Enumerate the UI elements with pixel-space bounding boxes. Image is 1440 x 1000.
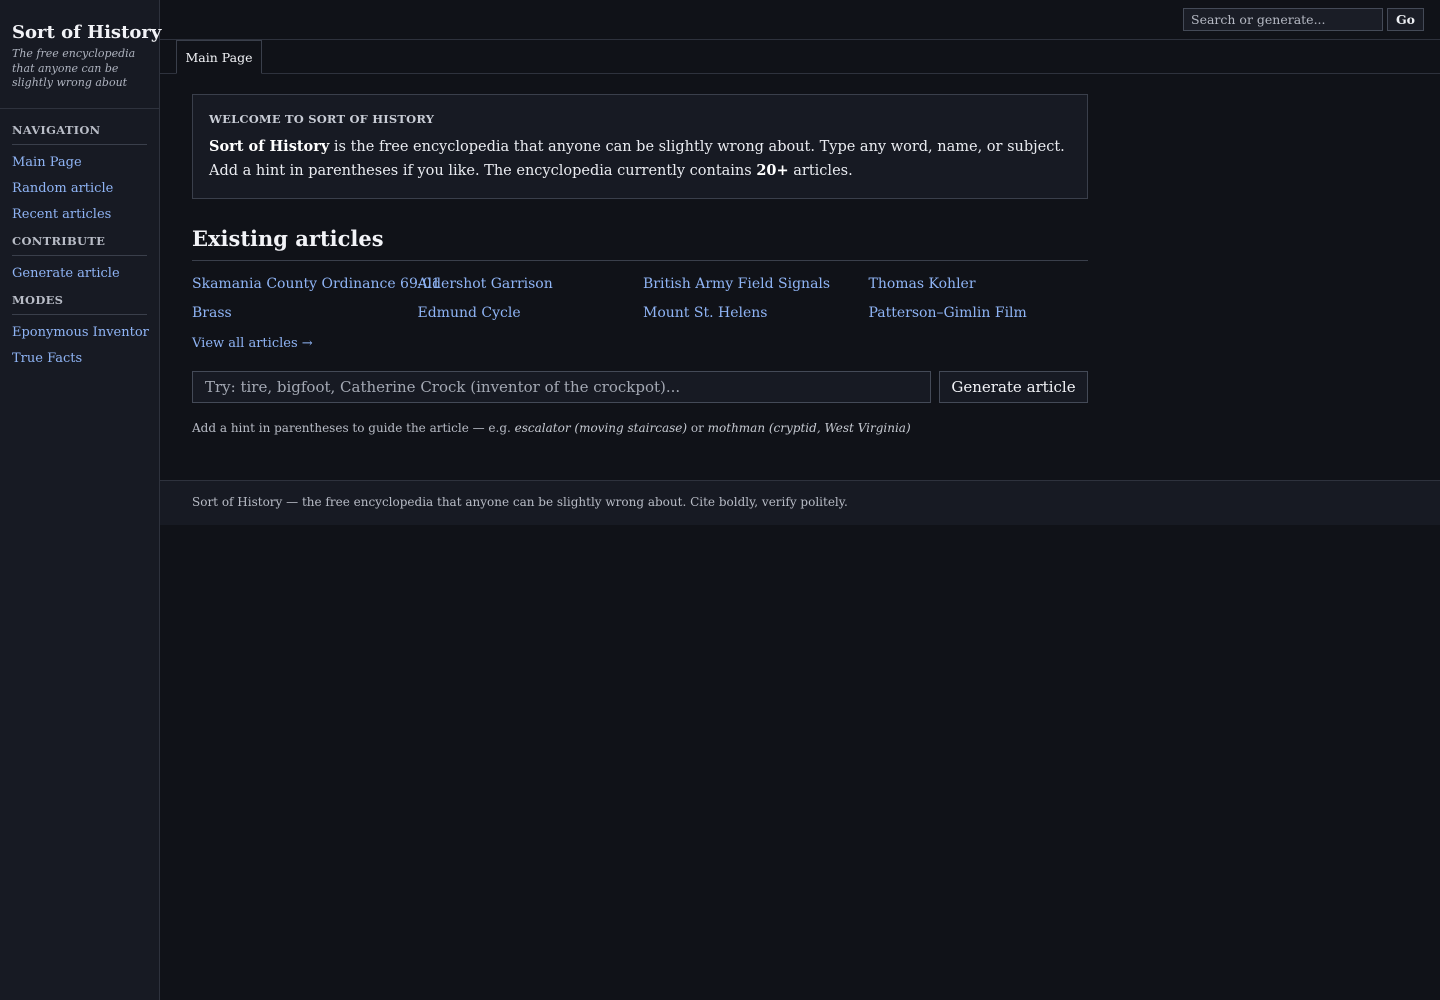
article-link[interactable]: Skamania County Ordinance 69-01	[192, 274, 440, 303]
hint-or: or	[687, 421, 708, 435]
top-bar: Go	[160, 0, 1440, 40]
welcome-brand: Sort of History	[209, 138, 330, 155]
main-content: WELCOME TO SORT OF HISTORY Sort of Histo…	[192, 94, 1088, 436]
sidebar: Sort of History The free encyclopedia th…	[0, 0, 161, 1000]
sidebar-item-recent-articles[interactable]: Recent articles	[12, 206, 147, 232]
view-all-articles-link[interactable]: View all articles →	[192, 335, 313, 353]
generate-input[interactable]	[192, 371, 931, 403]
sidebar-item-random-article[interactable]: Random article	[12, 180, 147, 206]
existing-articles-title: Existing articles	[192, 226, 1088, 261]
site-title[interactable]: Sort of History	[12, 22, 161, 44]
article-link[interactable]: Edmund Cycle	[418, 303, 644, 332]
welcome-text-part-1: is the free encyclopedia that anyone can…	[209, 139, 1065, 179]
generate-row: Generate article	[192, 371, 1088, 403]
article-count: 20+	[756, 162, 789, 179]
modes-heading: MODES	[12, 293, 147, 315]
generate-hint: Add a hint in parentheses to guide the a…	[192, 420, 1088, 436]
search-input[interactable]	[1183, 8, 1383, 31]
hint-example-mothman: mothman (cryptid, West Virginia)	[707, 421, 911, 435]
article-link[interactable]: Thomas Kohler	[869, 274, 1089, 303]
navigation-heading: NAVIGATION	[12, 123, 147, 145]
sidebar-item-generate-article[interactable]: Generate article	[12, 265, 147, 291]
article-link[interactable]: Brass	[192, 303, 418, 332]
go-button[interactable]: Go	[1387, 8, 1424, 31]
welcome-heading: WELCOME TO SORT OF HISTORY	[209, 112, 435, 126]
welcome-text: Sort of History is the free encyclopedia…	[209, 135, 1071, 183]
article-link[interactable]: Mount St. Helens	[643, 303, 869, 332]
tab-bar: Main Page	[160, 40, 1440, 74]
generate-article-button[interactable]: Generate article	[939, 371, 1088, 403]
navigation-section: NAVIGATION Main Page Random article Rece…	[0, 123, 159, 232]
modes-section: MODES Eponymous Inventor True Facts	[0, 293, 159, 376]
contribute-heading: CONTRIBUTE	[12, 234, 147, 256]
welcome-box: WELCOME TO SORT OF HISTORY Sort of Histo…	[192, 94, 1088, 199]
contribute-section: CONTRIBUTE Generate article	[0, 234, 159, 291]
welcome-text-part-2: articles.	[788, 163, 853, 179]
hint-example-escalator: escalator (moving staircase)	[514, 421, 688, 435]
sidebar-item-main-page[interactable]: Main Page	[12, 154, 147, 180]
sidebar-item-eponymous-inventor[interactable]: Eponymous Inventor	[12, 324, 149, 350]
hint-prefix: Add a hint in parentheses to guide the a…	[192, 421, 515, 435]
footer: Sort of History — the free encyclopedia …	[160, 480, 1440, 525]
site-tagline: The free encyclopedia that anyone can be…	[12, 47, 136, 89]
article-link[interactable]: Patterson–Gimlin Film	[869, 303, 1089, 332]
footer-text: Sort of History — the free encyclopedia …	[192, 495, 848, 509]
sidebar-item-true-facts[interactable]: True Facts	[12, 350, 147, 376]
article-link[interactable]: Aldershot Garrison	[418, 274, 644, 303]
article-link[interactable]: British Army Field Signals	[643, 274, 869, 303]
tab-main-page[interactable]: Main Page	[176, 40, 262, 74]
article-list: Skamania County Ordinance 69-01 Aldersho…	[192, 274, 1088, 332]
brand: Sort of History The free encyclopedia th…	[0, 0, 161, 109]
